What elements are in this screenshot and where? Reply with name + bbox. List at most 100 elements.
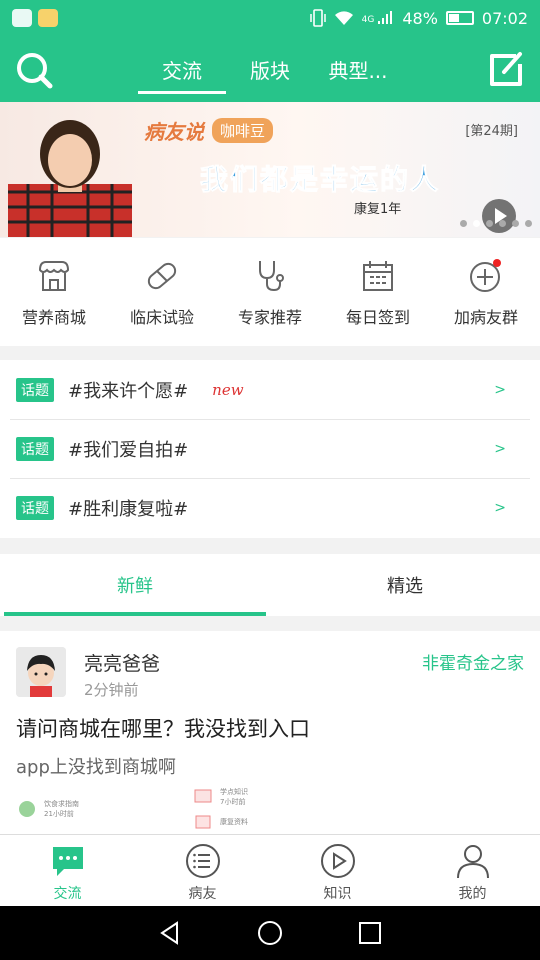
chevron-right-icon: > [494,499,506,516]
wifi-icon [334,11,353,25]
status-bar: 4G 48% 07:02 [0,0,540,36]
nav-label: 我的 [458,886,487,902]
post-attachments[interactable]: 饮食求指南 21小时前 学点知识 7小时前 康复资料 [16,788,356,835]
quick-link-group[interactable]: 加病友群 [432,238,540,346]
top-tabs: 交流 版块 典型... [138,36,402,102]
weibo-notification-icon [38,9,58,27]
tab-exchange[interactable]: 交流 [138,36,226,102]
pager-dot [460,220,467,227]
back-icon[interactable] [157,920,183,946]
banner-tag: 咖啡豆 [212,118,274,143]
banner-issue: [第24期] [465,124,518,139]
quick-link-trial[interactable]: 临床试验 [108,238,216,346]
topic-tag: 话题 [16,377,54,402]
attachment-title: 学点知识 [220,788,248,796]
pager-dot [525,220,532,227]
attachment-time: 21小时前 [44,810,74,818]
nav-me[interactable]: 我的 [405,835,540,906]
pager-dot [512,220,519,227]
nav-exchange[interactable]: 交流 [0,835,135,906]
calendar-icon [363,261,393,291]
pager-dot [473,220,480,227]
chat-icon [52,847,83,876]
banner-brand: 病友说 [144,120,204,144]
quick-link-label: 每日签到 [345,308,410,327]
pager-dot [486,220,493,227]
add-group-icon [470,259,501,292]
recents-icon[interactable] [357,920,383,946]
system-nav-bar [0,906,540,960]
quick-link-expert[interactable]: 专家推荐 [216,238,324,346]
tab-fresh[interactable]: 新鲜 [0,554,270,616]
battery-percent: 48% [402,8,438,28]
avatar[interactable] [16,647,66,697]
topic-list: 话题 #我来许个愿# new > 话题 #我们爱自拍# > 话题 #胜利康复啦#… [0,360,540,538]
chevron-right-icon: > [494,440,506,457]
quick-link-label: 专家推荐 [237,308,302,327]
edit-icon[interactable] [486,50,526,90]
banner-pager [460,220,532,227]
post-group-link[interactable]: 非霍奇金之家 [422,649,524,674]
document-icon [195,815,211,829]
nav-label: 病友 [188,886,217,902]
topic-text: #我来许个愿# [68,380,189,402]
banner-portrait [8,120,132,237]
attachment-item: 饮食求指南 21小时前 [18,799,79,819]
bottom-nav: 交流 病友 知识 我的 [0,834,540,906]
home-icon[interactable] [257,920,283,946]
list-icon [185,844,220,878]
post-body: app上没找到商城啊 [16,757,176,778]
attachment-item: 学点知识 7小时前 [194,787,248,807]
pill-icon [147,262,177,290]
pager-dot [499,220,506,227]
post-title: 请问商城在哪里？我没找到入口 [16,717,310,741]
chevron-right-icon: > [494,381,506,398]
clock: 07:02 [481,8,528,28]
feed-post[interactable]: 亮亮爸爸 2分钟前 非霍奇金之家 请问商城在哪里？我没找到入口 app上没找到商… [0,631,540,835]
wechat-notification-icon [12,9,32,27]
nav-label: 知识 [323,886,352,902]
topic-tag: 话题 [16,495,54,520]
feed-tabs: 新鲜 精选 [0,554,540,616]
new-badge: new [212,380,244,399]
notification-dot [493,259,501,267]
promo-banner[interactable]: 病友说 咖啡豆 [第24期] 我们都是幸运的人 康复1年 [0,102,540,237]
tab-typical[interactable]: 典型... [314,36,402,102]
topic-item[interactable]: 话题 #我们爱自拍# > [0,419,540,478]
topic-tag: 话题 [16,436,54,461]
app-bar: 交流 版块 典型... [0,36,540,102]
network-type: 4G [361,14,375,25]
quick-link-label: 营养商城 [21,308,86,327]
banner-play-icon[interactable] [482,199,516,233]
quick-link-label: 临床试验 [129,308,194,327]
quick-link-label: 加病友群 [453,308,518,327]
battery-icon [445,11,474,25]
signal-icon [378,11,393,24]
attachment-title: 饮食求指南 [44,800,79,808]
nav-knowledge[interactable]: 知识 [270,835,405,906]
topic-text: #我们爱自拍# [68,439,189,461]
tab-featured[interactable]: 精选 [270,554,540,616]
topic-item[interactable]: 话题 #我来许个愿# new > [0,360,540,419]
post-time: 2分钟前 [84,681,139,699]
leaf-icon [19,801,35,817]
shop-icon [38,261,70,291]
vibrate-icon [309,9,326,27]
quick-links: 营养商城 临床试验 专家推荐 每日签到 加病友群 [0,238,540,346]
quick-link-shop[interactable]: 营养商城 [0,238,108,346]
banner-headline: 我们都是幸运的人 [199,163,441,197]
topic-text: #胜利康复啦# [68,498,189,520]
nav-patients[interactable]: 病友 [135,835,270,906]
banner-subtitle: 康复1年 [354,202,402,217]
person-icon [456,845,489,879]
attachment-title: 康复资料 [220,818,248,826]
quick-link-checkin[interactable]: 每日签到 [324,238,432,346]
topic-item[interactable]: 话题 #胜利康复啦# > [0,478,540,537]
tab-sections[interactable]: 版块 [226,36,314,102]
stethoscope-icon [259,261,284,292]
search-icon[interactable] [14,50,54,90]
play-icon [320,844,355,878]
attachment-item: 康复资料 [194,815,248,829]
post-author[interactable]: 亮亮爸爸 [84,649,160,676]
nav-label: 交流 [53,886,82,902]
